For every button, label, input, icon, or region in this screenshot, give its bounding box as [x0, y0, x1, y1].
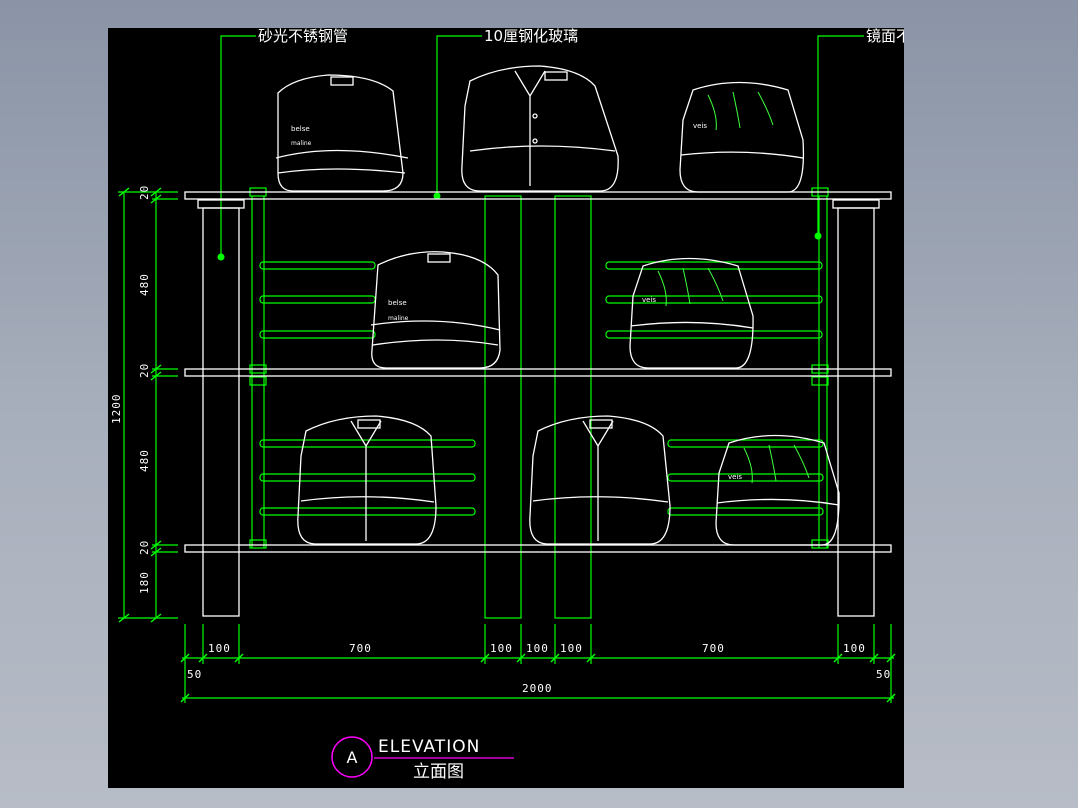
callout-center-label: 10厘钢化玻璃: [484, 28, 578, 45]
shelf-middle: [184, 368, 892, 377]
folded-tee-middle: veis: [629, 257, 754, 369]
folded-shirt-top: [461, 65, 619, 192]
garments: belse maline veis belse maline veis veis: [275, 65, 840, 546]
vertical-dimensions: 20 480 20 480 20 180 1200: [110, 185, 178, 623]
folded-shirt-bottom-right: [529, 415, 671, 545]
dim-edge-right: 50: [876, 668, 891, 681]
svg-text:belse: belse: [388, 299, 407, 307]
dim-shelf1: 20: [138, 185, 151, 200]
title-text: ELEVATION: [378, 737, 480, 757]
folded-sweater-middle: belse maline: [370, 251, 501, 369]
dim-h3: 100: [490, 642, 513, 655]
title-letter: A: [347, 748, 358, 767]
svg-text:veis: veis: [728, 473, 742, 481]
callout-left-label: 砂光不锈钢管: [258, 28, 348, 45]
dim-total-height: 1200: [110, 394, 123, 425]
callout-left: 砂光不锈钢管: [217, 28, 348, 261]
dim-h1: 100: [208, 642, 231, 655]
horizontal-dimensions: 100 700 100 100 100 700 100 50 50 2000: [180, 624, 896, 703]
folded-sweater-top: belse maline: [275, 74, 409, 192]
dim-base: 180: [138, 571, 151, 594]
dim-h6: 700: [702, 642, 725, 655]
shelf-bottom: [184, 544, 892, 553]
callout-center: 10厘钢化玻璃: [433, 28, 578, 200]
cad-viewport[interactable]: 砂光不锈钢管 10厘钢化玻璃 镜面不锈钢管: [108, 28, 904, 788]
dim-total-width: 2000: [522, 682, 553, 695]
dim-gap1: 480: [138, 273, 151, 296]
dim-shelf2: 20: [138, 363, 151, 378]
callout-right-label: 镜面不锈钢管: [866, 28, 904, 45]
dim-h7: 100: [843, 642, 866, 655]
shelf-top: [184, 191, 892, 200]
folded-tee-top: veis: [679, 81, 805, 193]
dim-edge-left: 50: [187, 668, 202, 681]
dim-h2: 700: [349, 642, 372, 655]
svg-text:maline: maline: [291, 140, 312, 147]
title-subtitle: 立面图: [413, 762, 464, 782]
dim-h5: 100: [560, 642, 583, 655]
dim-h4: 100: [526, 642, 549, 655]
svg-text:veis: veis: [693, 122, 707, 130]
dim-shelf3: 20: [138, 540, 151, 555]
svg-text:maline: maline: [388, 315, 409, 322]
steel-tube-frame: [249, 187, 829, 619]
elevation-drawing: 砂光不锈钢管 10厘钢化玻璃 镜面不锈钢管: [110, 28, 904, 782]
glass-shelves: [184, 191, 892, 553]
folded-tee-bottom: veis: [715, 434, 840, 546]
dim-gap2: 480: [138, 449, 151, 472]
svg-text:veis: veis: [642, 296, 656, 304]
folded-shirt-bottom-left: [297, 415, 437, 545]
title-block: A ELEVATION 立面图: [331, 736, 514, 782]
svg-text:belse: belse: [291, 125, 310, 133]
